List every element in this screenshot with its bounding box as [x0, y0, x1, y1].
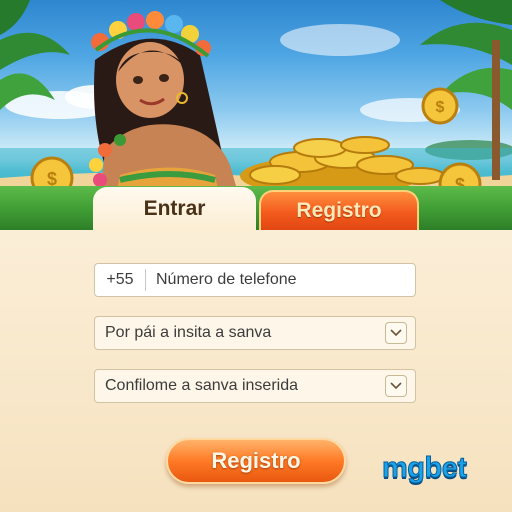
chevron-down-icon[interactable]	[385, 322, 407, 344]
svg-text:$: $	[436, 99, 445, 116]
country-code[interactable]: +55	[95, 269, 146, 291]
hero-illustration: $ $ $	[0, 0, 512, 200]
tab-register-label: Registro	[296, 199, 382, 222]
tab-login-label: Entrar	[143, 197, 206, 220]
hero-banner: $ $ $	[0, 0, 512, 200]
password-placeholder: Por pái a insita a sanva	[105, 324, 272, 341]
register-button[interactable]: Registro	[166, 438, 346, 484]
character-illustration	[89, 11, 240, 200]
tab-register[interactable]: Registro	[259, 190, 419, 230]
chevron-down-icon[interactable]	[385, 375, 407, 397]
tab-login[interactable]: Entrar	[93, 187, 256, 231]
confirm-password-field[interactable]: Confilome a sanva inserida	[94, 369, 416, 403]
password-field[interactable]: Por pái a insita a sanva	[94, 316, 416, 350]
phone-field[interactable]: +55 Número de telefone	[94, 263, 416, 297]
tab-strip	[0, 186, 512, 230]
brand-logo: mgbet	[382, 452, 468, 485]
phone-input-placeholder: Número de telefone	[156, 271, 297, 288]
register-button-label: Registro	[211, 448, 301, 473]
confirm-password-placeholder: Confilome a sanva inserida	[105, 377, 298, 394]
gold-coin-icon: $	[421, 87, 459, 125]
